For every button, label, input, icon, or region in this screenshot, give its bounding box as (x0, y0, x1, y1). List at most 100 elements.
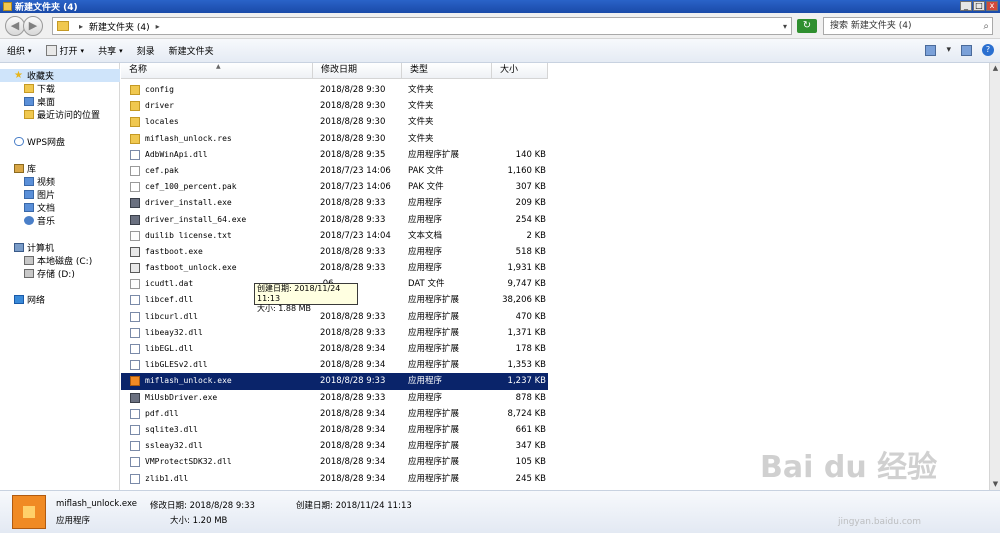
title-bar: 新建文件夹 (4) _ □ x (0, 0, 1000, 13)
search-input[interactable]: 搜索 新建文件夹 (4) ⌕ (823, 17, 993, 35)
file-row[interactable]: fastboot_unlock.exe 2018/8/28 9:33 应用程序 1,9… (121, 260, 548, 276)
chevron-down-icon[interactable]: ▾ (783, 22, 787, 31)
file-row[interactable]: VMProtectSDK32.dll 2018/8/28 9:34 应用程序扩展 10… (121, 454, 548, 470)
file-row[interactable]: libEGL.dll 2018/8/28 9:34 应用程序扩展 178 KB (121, 341, 548, 357)
view-options-icon[interactable] (925, 44, 937, 56)
tooltip-size: 大小: 1.88 MB (257, 304, 311, 313)
file-size: 1,353 KB (507, 360, 546, 371)
file-date: 2018/8/28 9:34 (320, 408, 386, 419)
recent-places-icon (24, 110, 34, 119)
file-row[interactable]: duilib license.txt 2018/7/23 14:04 文本文档 2 K… (121, 228, 548, 244)
file-type: 应用程序扩展 (408, 295, 460, 306)
breadcrumb[interactable]: 新建文件夹 (4) (89, 20, 150, 33)
file-row[interactable]: miflash_unlock.res 2018/8/28 9:30 文件夹 (121, 131, 548, 147)
nav-storage[interactable]: 存储 (D:) (0, 267, 120, 280)
organize-button[interactable]: 组织 ▾ (0, 44, 39, 58)
download-folder-icon (24, 84, 34, 93)
nav-recent[interactable]: 最近访问的位置 (0, 108, 120, 121)
tooltip-created: 创建日期: 2018/11/24 11:13 (257, 284, 341, 303)
column-header-type[interactable]: 类型 (402, 63, 492, 79)
path-box[interactable]: ▸ 新建文件夹 (4) ▸ ▾ (52, 17, 792, 35)
chevron-right-icon[interactable]: ▸ (156, 22, 160, 31)
file-row[interactable]: driver_install_64.exe 2018/8/28 9:33 应用程序 2… (121, 212, 548, 228)
file-size: 1,931 KB (507, 263, 546, 274)
preview-pane-icon[interactable] (961, 44, 972, 56)
maximize-button[interactable]: □ (973, 1, 985, 11)
document-icon (130, 182, 140, 193)
file-name: fastboot.exe (145, 246, 203, 256)
file-date: 2018/8/28 9:34 (320, 441, 386, 452)
file-row[interactable]: driver 2018/8/28 9:30 文件夹 (121, 98, 548, 114)
file-type: 应用程序 (408, 376, 443, 387)
nav-library[interactable]: 库 (0, 162, 120, 175)
nav-video[interactable]: 视频 (0, 175, 120, 188)
help-icon[interactable]: ? (982, 44, 994, 56)
library-group: 库 视频 图片 文档 音乐 (0, 162, 120, 227)
scroll-up-icon[interactable]: ▲ (991, 64, 1000, 73)
nav-computer[interactable]: 计算机 (0, 241, 120, 254)
file-row[interactable]: miflash_unlock.exe 2018/8/28 9:33 应用程序 1,23… (121, 373, 548, 390)
view-dropdown-icon[interactable]: ▾ (946, 45, 951, 55)
file-name: miflash_unlock.res (145, 133, 232, 143)
column-header-name[interactable]: 名称 ▲ (121, 63, 313, 79)
nav-wps[interactable]: WPS网盘 (0, 135, 120, 148)
file-row[interactable]: cef_100_percent.pak 2018/7/23 14:06 PAK 文件… (121, 179, 548, 195)
nav-documents[interactable]: 文档 (0, 201, 120, 214)
document-icon (130, 279, 140, 290)
file-row[interactable]: config 2018/8/28 9:30 文件夹 (121, 82, 548, 98)
chevron-right-icon[interactable]: ▸ (79, 22, 83, 31)
nav-pictures[interactable]: 图片 (0, 188, 120, 201)
nav-desktop[interactable]: 桌面 (0, 95, 120, 108)
file-size: 209 KB (515, 198, 546, 209)
organize-label: 组织 (7, 47, 26, 57)
file-row[interactable]: zlib1.dll 2018/8/28 9:34 应用程序扩展 245 KB (121, 471, 548, 487)
network-icon (14, 295, 24, 304)
file-row[interactable]: locales 2018/8/28 9:30 文件夹 (121, 114, 548, 130)
document-icon (130, 230, 140, 241)
miflash-app-icon (130, 376, 140, 387)
file-row[interactable]: MiUsbDriver.exe 2018/8/28 9:33 应用程序 878 KB (121, 390, 548, 406)
nav-favorites[interactable]: ★ 收藏夹 (0, 69, 120, 82)
file-row[interactable]: ssleay32.dll 2018/8/28 9:34 应用程序扩展 347 KB (121, 438, 548, 454)
file-row[interactable]: pdf.dll 2018/8/28 9:34 应用程序扩展 8,724 KB (121, 406, 548, 422)
folder-icon (130, 133, 140, 144)
nav-label: 音乐 (37, 217, 56, 227)
close-button[interactable]: x (986, 1, 998, 11)
forward-button[interactable]: ▶ (23, 16, 43, 36)
file-row[interactable]: AdbWinApi.dll 2018/8/28 9:35 应用程序扩展 140 KB (121, 147, 548, 163)
minimize-button[interactable]: _ (960, 1, 972, 11)
file-row[interactable]: libGLESv2.dll 2018/8/28 9:34 应用程序扩展 1,353 K… (121, 357, 548, 373)
file-type: PAK 文件 (408, 182, 444, 193)
nav-downloads[interactable]: 下载 (0, 82, 120, 95)
document-icon (130, 165, 140, 176)
file-row[interactable]: cef.pak 2018/7/23 14:06 PAK 文件 1,160 KB (121, 163, 548, 179)
wps-group: WPS网盘 (0, 135, 120, 148)
burn-button[interactable]: 刻录 (130, 44, 162, 57)
file-row[interactable]: fastboot.exe 2018/8/28 9:33 应用程序 518 KB (121, 244, 548, 260)
file-name: driver_install_64.exe (145, 214, 247, 224)
computer-icon (14, 243, 24, 252)
file-date: 2018/8/28 9:30 (320, 133, 386, 144)
file-row[interactable]: sqlite3.dll 2018/8/28 9:34 应用程序扩展 661 KB (121, 422, 548, 438)
nav-network[interactable]: 网络 (0, 293, 120, 306)
file-type: PAK 文件 (408, 165, 444, 176)
new-folder-button[interactable]: 新建文件夹 (162, 44, 221, 57)
column-header-size[interactable]: 大小 (492, 63, 548, 79)
vertical-scrollbar[interactable]: ▲ ▼ (989, 63, 1000, 490)
search-icon[interactable]: ⌕ (983, 19, 989, 35)
back-button[interactable]: ◀ (5, 16, 25, 36)
share-button[interactable]: 共享 ▾ (91, 44, 130, 58)
window-controls: _ □ x (960, 1, 998, 11)
file-row[interactable]: driver_install.exe 2018/8/28 9:33 应用程序 209 … (121, 195, 548, 211)
file-type: 文件夹 (408, 117, 434, 128)
open-button[interactable]: 打开 ▾ (39, 44, 92, 57)
scroll-down-icon[interactable]: ▼ (991, 480, 1000, 489)
dll-file-icon (130, 295, 140, 306)
nav-label: 文档 (37, 204, 56, 214)
column-header-date[interactable]: 修改日期 (313, 63, 402, 79)
drive-icon (24, 269, 34, 278)
nav-local-disk[interactable]: 本地磁盘 (C:) (0, 254, 120, 267)
refresh-button[interactable]: ↻ (797, 19, 817, 33)
nav-music[interactable]: 音乐 (0, 214, 120, 227)
file-row[interactable]: libeay32.dll 2018/8/28 9:33 应用程序扩展 1,371 KB (121, 325, 548, 341)
